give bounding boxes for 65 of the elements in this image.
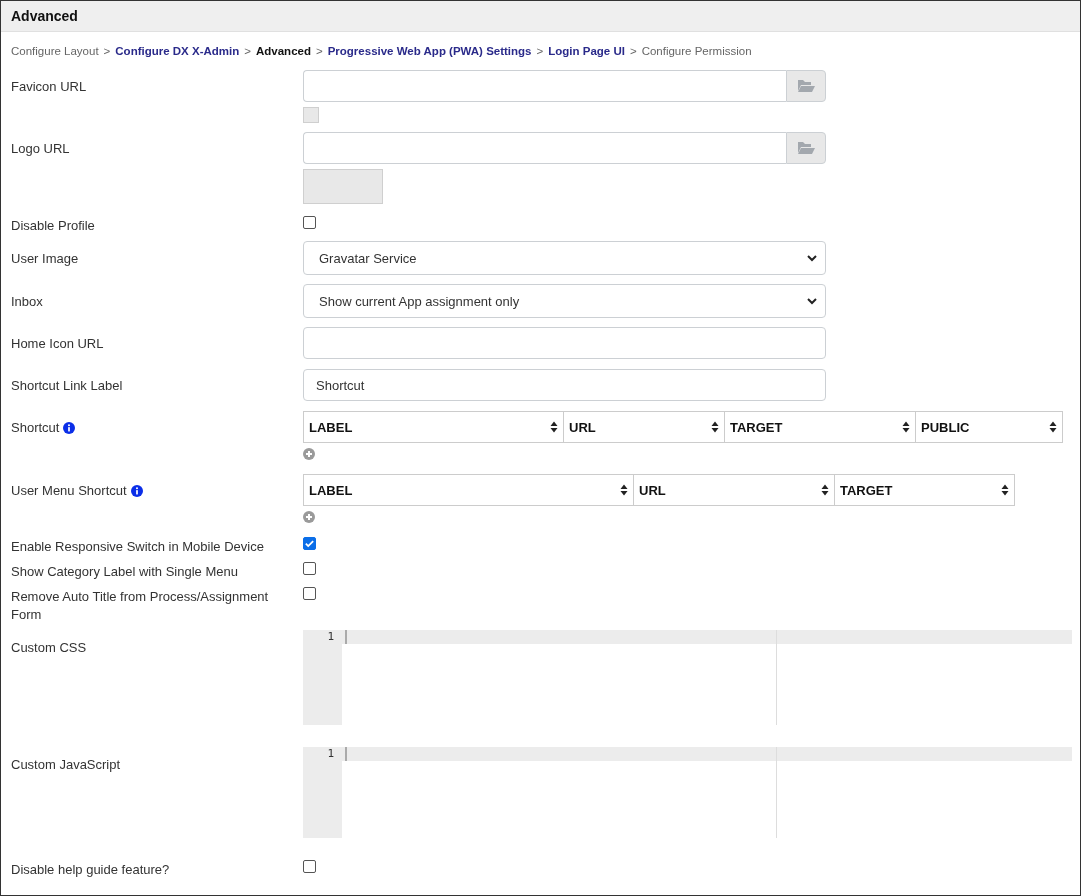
field-label: Custom CSS [11, 639, 88, 657]
column-header[interactable]: URL [633, 475, 834, 505]
column-header[interactable]: LABEL [304, 412, 563, 442]
image-preview-placeholder [303, 107, 319, 123]
breadcrumb-separator: > [536, 45, 544, 57]
sort-icon [1001, 484, 1009, 496]
breadcrumb-separator: > [629, 45, 637, 57]
breadcrumb-item: Configure Layout [11, 45, 99, 57]
breadcrumb-separator: > [244, 45, 251, 57]
checkbox[interactable] [303, 537, 316, 550]
breadcrumb-link[interactable]: Configure DX X-Admin [115, 45, 240, 57]
sort-icon [902, 421, 910, 433]
column-header[interactable]: LABEL [304, 475, 633, 505]
sort-icon [821, 484, 829, 496]
breadcrumb-separator: > [315, 45, 323, 57]
dropdown-select[interactable]: Gravatar Service [303, 241, 826, 275]
field-label: User Image [11, 250, 80, 268]
field-label: Enable Responsive Switch in Mobile Device [11, 538, 265, 556]
field-label: Custom JavaScript [11, 756, 122, 774]
line-number: 1 [327, 630, 334, 644]
checkbox[interactable] [303, 587, 316, 600]
field-label: User Menu Shortcut [11, 482, 127, 500]
chevron-down-icon [807, 254, 817, 262]
column-header[interactable]: TARGET [834, 475, 1014, 505]
breadcrumb-item: Configure Permission [641, 45, 752, 57]
field-label: Shortcut Link Label [11, 377, 124, 395]
info-icon[interactable] [63, 422, 76, 434]
folder-icon [797, 79, 815, 93]
text-input-field[interactable]: Shortcut [303, 369, 826, 401]
column-header[interactable]: TARGET [724, 412, 915, 442]
info-icon[interactable] [130, 485, 143, 497]
chevron-down-icon [807, 297, 817, 305]
panel-title: Advanced [11, 8, 78, 24]
sort-icon [620, 484, 628, 496]
sort-icon [711, 421, 719, 433]
dropdown-select[interactable]: Show current App assignment only [303, 284, 826, 318]
field-label: Logo URL [11, 140, 71, 158]
breadcrumb-separator: > [103, 45, 111, 57]
field-label: Shortcut [11, 419, 60, 437]
text-input-field[interactable] [303, 327, 826, 359]
add-row-icon[interactable] [303, 511, 315, 523]
breadcrumb-link[interactable]: Progressive Web App (PWA) Settings [327, 45, 532, 57]
sort-icon [1049, 421, 1057, 433]
folder-icon [797, 141, 815, 155]
checkbox[interactable] [303, 562, 316, 575]
field-label: Disable Profile [11, 217, 96, 235]
field-label: Favicon URL [11, 78, 88, 96]
add-row-icon[interactable] [303, 448, 315, 460]
field-label: Remove Auto Title from Process/Assignment Form [11, 588, 270, 624]
field-label: Inbox [11, 293, 44, 311]
field-label: Disable help guide feature? [11, 861, 171, 879]
checkbox[interactable] [303, 860, 316, 873]
column-header[interactable]: PUBLIC [915, 412, 1062, 442]
field-label: Show Category Label with Single Menu [11, 563, 239, 581]
code-editor[interactable]: 1 [303, 747, 1072, 838]
breadcrumb-link[interactable]: Login Page UI [548, 45, 625, 57]
url-input-field[interactable] [303, 132, 786, 164]
column-header[interactable]: URL [563, 412, 724, 442]
breadcrumb-current: Advanced [256, 45, 311, 57]
line-number: 1 [327, 747, 334, 761]
code-editor[interactable]: 1 [303, 630, 1072, 725]
field-label: Home Icon URL [11, 335, 105, 353]
url-input-field[interactable] [303, 70, 786, 102]
checkbox[interactable] [303, 216, 316, 229]
sort-icon [550, 421, 558, 433]
